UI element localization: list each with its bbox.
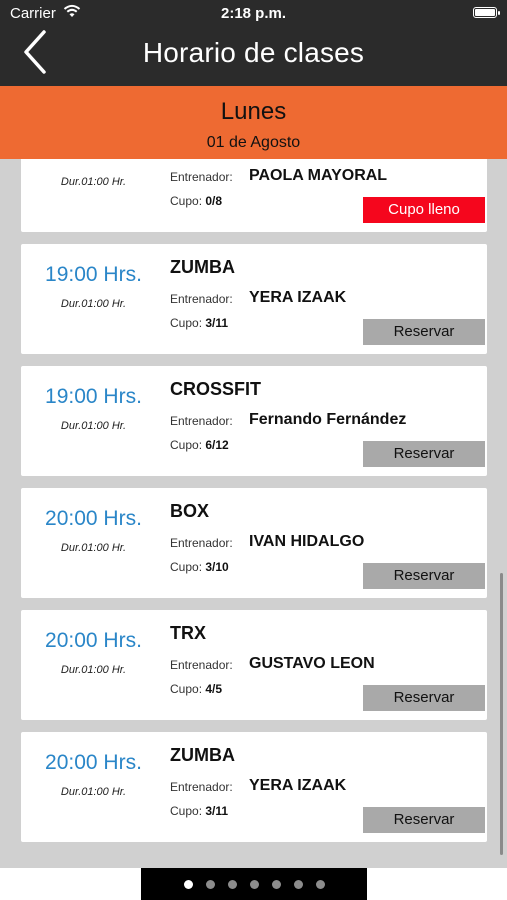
trainer-name: Fernando Fernández	[249, 411, 407, 428]
full-capacity-button[interactable]: Cupo lleno	[363, 197, 485, 223]
capacity-label: Cupo:	[170, 560, 203, 574]
trainer-name: YERA IZAAK	[249, 289, 347, 306]
capacity: Cupo: 4/5	[170, 682, 222, 696]
class-name: CROSSFIT	[170, 379, 262, 399]
page-title: Horario de clases	[142, 37, 365, 68]
class-duration: Dur.01:00 Hr.	[60, 664, 127, 676]
class-time: 20:00 Hrs.	[45, 629, 142, 652]
scrollbar[interactable]	[500, 573, 503, 855]
capacity-value: 3/11	[205, 316, 229, 330]
day-header: Lunes 01 de Agosto	[0, 86, 507, 159]
class-duration: Dur.01:00 Hr.	[60, 420, 127, 432]
page-dot[interactable]	[183, 879, 193, 889]
capacity-value: 4/5	[205, 682, 223, 696]
capacity-label: Cupo:	[170, 438, 203, 452]
clock: 2:18 p.m.	[220, 5, 287, 22]
page-dot[interactable]	[249, 879, 259, 889]
trainer-name: PAOLA MAYORAL	[249, 167, 388, 184]
capacity: Cupo: 3/11	[170, 316, 228, 330]
capacity: Cupo: 6/12	[170, 438, 229, 452]
class-card: 19:00 Hrs. Dur.01:00 Hr. CROSSFIT Entren…	[21, 366, 487, 476]
capacity: Cupo: 0/8	[170, 194, 222, 208]
class-duration: Dur.01:00 Hr.	[60, 786, 127, 798]
capacity-label: Cupo:	[170, 804, 203, 818]
trainer-name: IVAN HIDALGO	[249, 533, 365, 550]
capacity-value: 3/11	[205, 804, 229, 818]
class-name: ZUMBA	[170, 745, 235, 765]
page-dot[interactable]	[205, 879, 215, 889]
navigation-bar: Horario de clases	[0, 28, 507, 86]
class-card: 19:00 Hrs. Dur.01:00 Hr. ZUMBA Entrenado…	[21, 244, 487, 354]
battery-icon	[473, 7, 500, 18]
capacity-label: Cupo:	[170, 316, 203, 330]
trainer-label: Entrenador:	[170, 414, 233, 428]
class-card: 20:00 Hrs. Dur.01:00 Hr. BOX Entrenador:…	[21, 488, 487, 598]
capacity-label: Cupo:	[170, 682, 203, 696]
page-dot[interactable]	[293, 879, 303, 889]
class-card: 20:00 Hrs. Dur.01:00 Hr. ZUMBA Entrenado…	[21, 732, 487, 842]
class-time: 19:00 Hrs.	[21, 159, 166, 165]
trainer-label: Entrenador:	[170, 536, 233, 550]
status-bar: Carrier 2:18 p.m.	[0, 0, 507, 28]
reserve-button[interactable]: Reservar	[363, 563, 485, 589]
reserve-button[interactable]: Reservar	[363, 807, 485, 833]
trainer-name: YERA IZAAK	[249, 777, 347, 794]
reserve-button[interactable]: Reservar	[363, 319, 485, 345]
class-list[interactable]: 19:00 Hrs. Dur.01:00 Hr. SPINNINGPM Entr…	[0, 159, 507, 868]
capacity-label: Cupo:	[170, 194, 203, 208]
class-duration: Dur.01:00 Hr.	[60, 176, 127, 188]
trainer-label: Entrenador:	[170, 170, 233, 184]
trainer-name: GUSTAVO LEON	[249, 655, 375, 672]
page-indicator[interactable]	[141, 868, 367, 900]
capacity: Cupo: 3/11	[170, 804, 228, 818]
class-time: 19:00 Hrs.	[45, 385, 142, 408]
day-date: 01 de Agosto	[206, 134, 301, 151]
trainer-label: Entrenador:	[170, 292, 233, 306]
page-dot[interactable]	[315, 879, 325, 889]
class-time: 20:00 Hrs.	[45, 751, 142, 774]
class-name: TRX	[170, 623, 206, 643]
trainer-label: Entrenador:	[170, 658, 233, 672]
day-name: Lunes	[220, 98, 287, 125]
class-time: 19:00 Hrs.	[45, 263, 142, 286]
class-name: ZUMBA	[170, 257, 235, 277]
class-duration: Dur.01:00 Hr.	[60, 298, 127, 310]
capacity-value: 3/10	[205, 560, 229, 574]
capacity-value: 6/12	[205, 438, 229, 452]
page-dot[interactable]	[271, 879, 281, 889]
class-duration: Dur.01:00 Hr.	[60, 542, 127, 554]
trainer-label: Entrenador:	[170, 780, 233, 794]
class-card: 19:00 Hrs. Dur.01:00 Hr. SPINNINGPM Entr…	[21, 159, 487, 232]
class-name: BOX	[170, 501, 210, 521]
page-dot[interactable]	[227, 879, 237, 889]
class-card: 20:00 Hrs. Dur.01:00 Hr. TRX Entrenador:…	[21, 610, 487, 720]
reserve-button[interactable]: Reservar	[363, 441, 485, 467]
capacity: Cupo: 3/10	[170, 560, 229, 574]
class-time: 20:00 Hrs.	[45, 507, 142, 530]
capacity-value: 0/8	[205, 194, 223, 208]
bottom-bar	[0, 868, 507, 900]
reserve-button[interactable]: Reservar	[363, 685, 485, 711]
